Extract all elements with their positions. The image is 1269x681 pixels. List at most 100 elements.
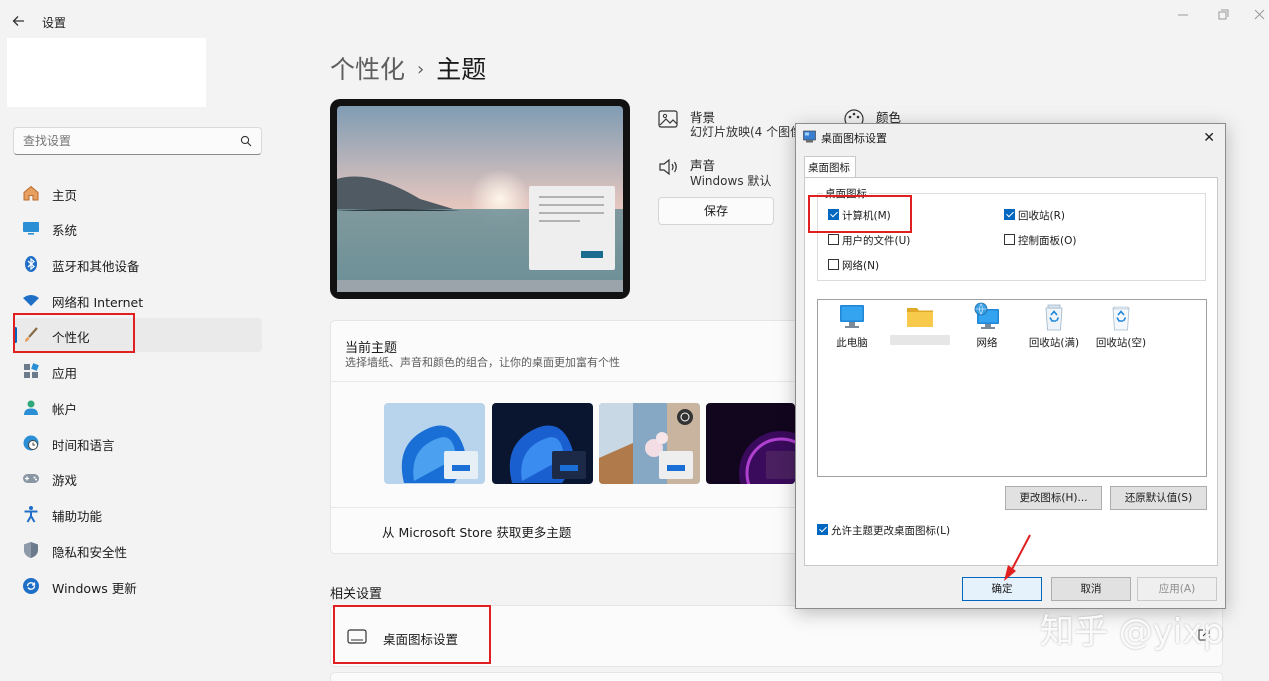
icon-item-label: 此电脑: [836, 337, 868, 349]
dialog-title: 桌面图标设置: [821, 132, 887, 145]
update-icon: [23, 578, 39, 594]
back-arrow-icon[interactable]: [10, 12, 28, 30]
picture-icon: [658, 110, 678, 128]
background-value: 幻灯片放映(4 个图像): [690, 125, 796, 139]
dialog-app-icon: [803, 130, 816, 143]
person-icon: [24, 400, 38, 415]
sidebar-item-time-language[interactable]: 时间和语言: [14, 426, 262, 460]
checkbox-label: 用户的文件(U): [842, 235, 911, 247]
sidebar-item-network[interactable]: 网络和 Internet: [14, 283, 262, 317]
close-icon[interactable]: [1251, 8, 1269, 22]
apply-button[interactable]: 应用(A): [1137, 577, 1217, 601]
annotation-arrow-icon: [1004, 534, 1031, 581]
icon-item-this-pc[interactable]: 此电脑: [820, 302, 884, 350]
bluetooth-icon: [25, 256, 37, 272]
minimize-icon[interactable]: [1174, 8, 1192, 22]
monitor-icon: [23, 222, 39, 235]
accessibility-icon: [24, 506, 38, 523]
sidebar-item-label: 主页: [52, 188, 78, 203]
theme-thumbnail-spotlight[interactable]: [599, 403, 700, 484]
network-icon: [974, 302, 999, 329]
icon-item-recycle-bin-empty[interactable]: 回收站(空): [1089, 302, 1153, 350]
sidebar-item-label: 应用: [52, 366, 78, 381]
profile-card[interactable]: [7, 38, 206, 107]
app-title: 设置: [42, 16, 67, 30]
sidebar-item-accounts[interactable]: 帐户: [14, 390, 262, 424]
tab-desktop-icons[interactable]: 桌面图标: [804, 156, 856, 178]
search-box[interactable]: [13, 127, 262, 155]
sidebar-item-apps[interactable]: 应用: [14, 354, 262, 388]
restore-default-button[interactable]: 还原默认值(S): [1110, 486, 1207, 510]
sidebar-item-privacy[interactable]: 隐私和安全性: [14, 533, 262, 567]
watermark: 知乎 @yixp: [1040, 612, 1225, 652]
sidebar-item-windows-update[interactable]: Windows 更新: [14, 569, 262, 603]
theme-thumbnail-glow[interactable]: [706, 403, 795, 484]
sidebar-item-label: 帐户: [52, 402, 78, 417]
search-icon[interactable]: [240, 135, 252, 147]
sidebar-item-accessibility[interactable]: 辅助功能: [14, 497, 262, 531]
checkbox-checked-icon[interactable]: [1004, 209, 1015, 220]
annotation-box-computer-checkbox: [808, 195, 912, 233]
icon-item-recycle-bin-full[interactable]: 回收站(满): [1022, 302, 1086, 350]
dialog-tab-panel: 桌面图标 计算机(M) 回收站(R) 用户的文件(U) 控制面板(O) 网络(N…: [804, 177, 1218, 566]
microsoft-store-link[interactable]: 从 Microsoft Store 获取更多主题: [382, 522, 571, 541]
checkbox-label: 网络(N): [842, 260, 880, 272]
checkbox-checked-icon[interactable]: [817, 524, 828, 535]
checkbox-unchecked-icon[interactable]: [1004, 234, 1015, 245]
wifi-icon: [23, 295, 39, 306]
pc-icon: [840, 305, 864, 328]
sidebar-item-label: 时间和语言: [52, 438, 115, 453]
checkbox-network[interactable]: 网络(N): [828, 258, 879, 273]
checkbox-label: 控制面板(O): [1018, 235, 1077, 247]
shield-icon: [24, 542, 38, 558]
sidebar-item-label: 系统: [52, 223, 78, 238]
breadcrumb: 个性化 › 主题: [330, 50, 486, 86]
sidebar-item-label: 游戏: [52, 473, 78, 488]
desktop-icon-list[interactable]: 此电脑 网络 回收站(满) 回收站(空): [817, 299, 1207, 477]
save-theme-button[interactable]: 保存: [658, 197, 774, 225]
checkbox-control-panel[interactable]: 控制面板(O): [1004, 233, 1076, 248]
sidebar-item-bluetooth[interactable]: 蓝牙和其他设备: [14, 247, 262, 281]
icon-item-label: 回收站(空): [1095, 337, 1147, 349]
current-theme-subtitle: 选择墙纸、声音和颜色的组合，让你的桌面更加富有个性: [345, 356, 620, 369]
recycle-bin-empty-icon: [1112, 306, 1130, 331]
speaker-icon: [659, 158, 677, 176]
sidebar-item-gaming[interactable]: 游戏: [14, 461, 262, 495]
theme-preview: [330, 99, 630, 299]
breadcrumb-parent[interactable]: 个性化: [330, 55, 405, 84]
theme-thumbnail-windows-light[interactable]: [384, 403, 485, 484]
sidebar-item-label: Windows 更新: [52, 581, 137, 596]
checkbox-allow-themes[interactable]: 允许主题更改桌面图标(L): [817, 523, 950, 538]
checkbox-user-files[interactable]: 用户的文件(U): [828, 233, 910, 248]
dialog-close-icon[interactable]: ✕: [1203, 130, 1215, 146]
next-settings-row[interactable]: [330, 672, 1223, 681]
home-icon: [23, 185, 39, 201]
breadcrumb-separator: ›: [417, 59, 425, 80]
apps-icon: [24, 363, 39, 378]
icon-item-user-folder[interactable]: [888, 302, 952, 345]
checkbox-label: 回收站(R): [1018, 210, 1065, 222]
cancel-button[interactable]: 取消: [1051, 577, 1131, 601]
checkbox-unchecked-icon[interactable]: [828, 234, 839, 245]
clock-globe-icon: [23, 435, 39, 451]
sidebar-item-label: 辅助功能: [52, 509, 103, 524]
sidebar-item-label: 蓝牙和其他设备: [52, 259, 140, 274]
sidebar-item-home[interactable]: 主页: [14, 176, 262, 210]
icon-item-label: 网络: [976, 337, 998, 349]
checkbox-recycle-bin[interactable]: 回收站(R): [1004, 208, 1065, 223]
icon-item-label: 回收站(满): [1028, 337, 1080, 349]
change-icon-button[interactable]: 更改图标(H)...: [1005, 486, 1102, 510]
sidebar-item-system[interactable]: 系统: [14, 211, 262, 245]
annotation-box-personalization: [13, 313, 135, 353]
gamepad-icon: [23, 474, 39, 483]
theme-thumbnail-windows-dark[interactable]: [492, 403, 593, 484]
icon-item-network[interactable]: 网络: [955, 302, 1019, 350]
search-input[interactable]: [14, 128, 234, 154]
sidebar-item-label: 隐私和安全性: [52, 545, 128, 560]
sidebar-item-label: 网络和 Internet: [52, 295, 144, 310]
recycle-bin-full-icon: [1045, 304, 1063, 331]
sound-value: Windows 默认: [690, 174, 772, 188]
restore-icon[interactable]: [1214, 8, 1232, 22]
checkbox-unchecked-icon[interactable]: [828, 259, 839, 270]
related-settings-heading: 相关设置: [330, 587, 383, 602]
